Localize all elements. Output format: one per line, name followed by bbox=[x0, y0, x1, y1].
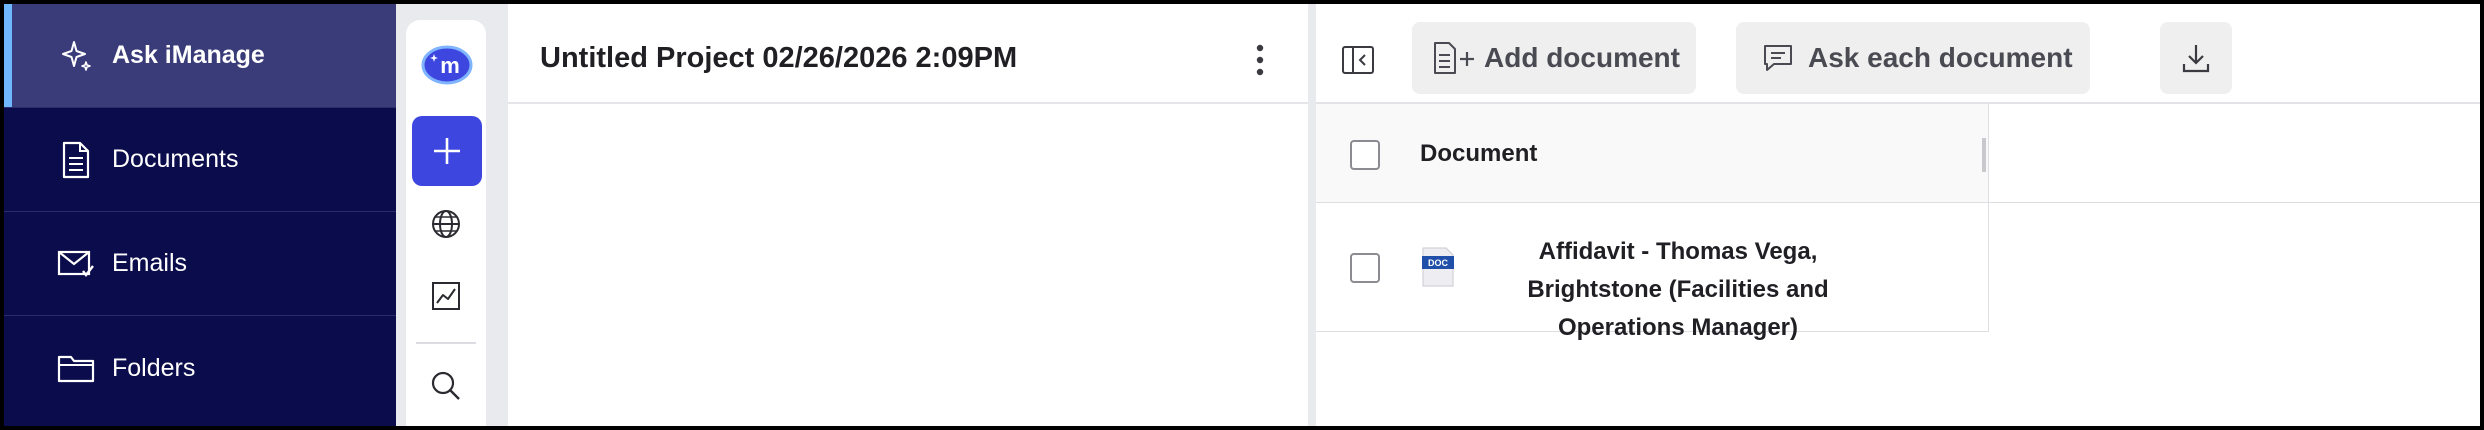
tool-rail: m bbox=[396, 4, 498, 426]
table-row[interactable]: DOC Affidavit - Thomas Vega, Brightstone… bbox=[1316, 203, 1989, 341]
rail-divider bbox=[416, 342, 476, 344]
search-icon[interactable] bbox=[426, 366, 466, 406]
add-document-label: Add document bbox=[1484, 42, 1680, 73]
toggle-sidebar-icon[interactable] bbox=[1338, 40, 1378, 80]
nav-item-folders[interactable]: Folders bbox=[4, 316, 396, 420]
nav-item-label: Documents bbox=[112, 145, 239, 173]
project-title[interactable]: Untitled Project 02/26/2026 2:09PM bbox=[540, 42, 1017, 75]
tool-rail-panel: m bbox=[406, 20, 486, 426]
new-project-button[interactable] bbox=[412, 116, 482, 186]
column-resize-handle[interactable] bbox=[1982, 138, 1986, 172]
ask-each-document-label: Ask each document bbox=[1808, 42, 2073, 73]
project-header: Untitled Project 02/26/2026 2:09PM bbox=[508, 4, 1308, 104]
ask-each-document-button[interactable]: Ask each document bbox=[1736, 22, 2090, 94]
nav-item-label: Emails bbox=[112, 249, 188, 277]
download-icon bbox=[2182, 45, 2210, 73]
add-document-button[interactable]: Add document bbox=[1412, 22, 1696, 94]
add-document-icon bbox=[1432, 38, 1476, 78]
nav-item-ask-imanage[interactable]: Ask iManage bbox=[4, 4, 396, 108]
row-checkbox[interactable] bbox=[1350, 253, 1380, 283]
folder-icon bbox=[56, 348, 96, 388]
download-button[interactable] bbox=[2160, 22, 2232, 94]
nav-item-label: Folders bbox=[112, 353, 196, 382]
table-header: Document bbox=[1316, 104, 1989, 203]
svg-text:m: m bbox=[440, 53, 460, 78]
project-panel: Untitled Project 02/26/2026 2:09PM bbox=[508, 4, 1308, 426]
sparkle-icon bbox=[56, 36, 96, 76]
table-header-empty bbox=[1989, 104, 2480, 203]
doc-file-icon: DOC bbox=[1422, 247, 1454, 287]
document-icon bbox=[56, 140, 96, 180]
more-options-icon[interactable] bbox=[1248, 40, 1272, 80]
nav-item-emails[interactable]: Emails bbox=[4, 212, 396, 316]
nav-item-label: Ask iManage bbox=[112, 41, 265, 69]
globe-icon[interactable] bbox=[426, 204, 466, 244]
document-name-link[interactable]: Affidavit - Thomas Vega, Brightstone (Fa… bbox=[1488, 233, 1868, 347]
svg-text:DOC: DOC bbox=[1428, 258, 1449, 268]
documents-panel: Add document Ask each document Document … bbox=[1316, 4, 2480, 426]
imanage-logo-icon: m bbox=[420, 40, 474, 88]
select-all-checkbox[interactable] bbox=[1350, 140, 1380, 170]
panel-gap bbox=[498, 4, 508, 426]
nav-item-documents[interactable]: Documents bbox=[4, 108, 396, 212]
column-header-document[interactable]: Document bbox=[1420, 140, 1537, 168]
panel-gap bbox=[1308, 4, 1316, 426]
main-nav: Ask iManage Documents Emails Folders bbox=[4, 4, 396, 426]
chart-icon[interactable] bbox=[426, 276, 466, 316]
chat-bubble-icon bbox=[1756, 38, 1800, 78]
email-icon bbox=[56, 244, 96, 284]
plus-icon bbox=[434, 138, 460, 164]
